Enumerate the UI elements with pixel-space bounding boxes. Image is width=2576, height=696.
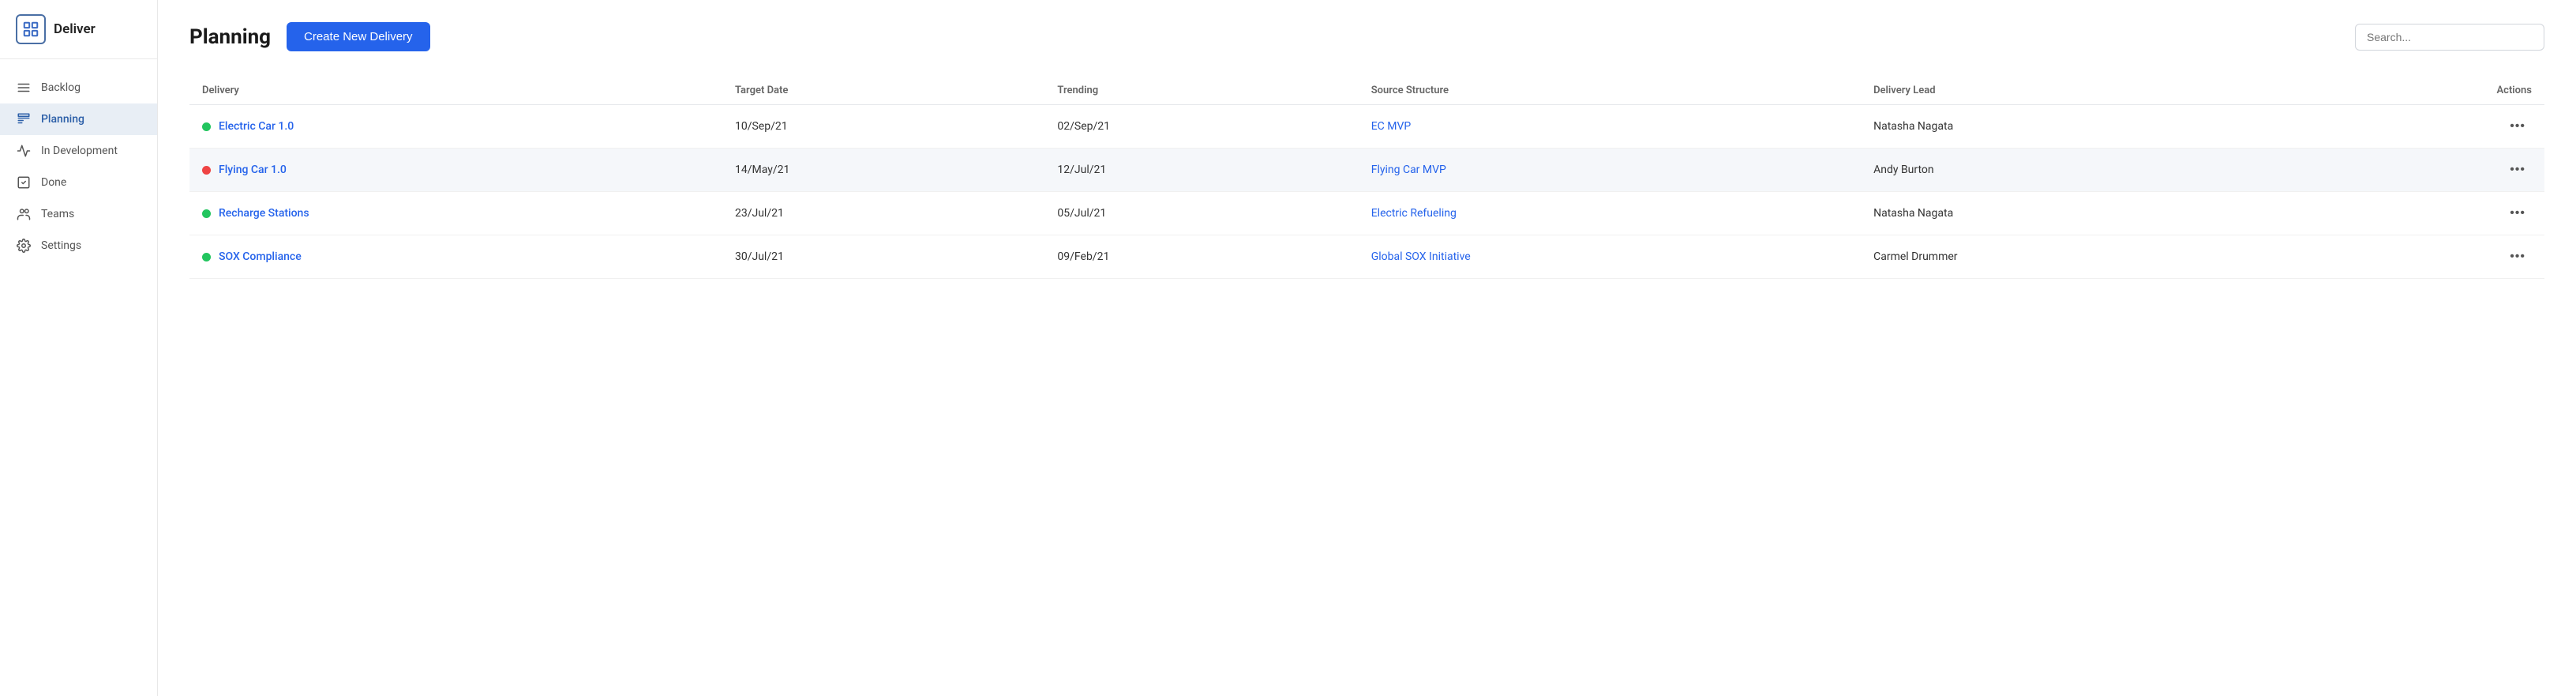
table-row: SOX Compliance 30/Jul/21 09/Feb/21 Globa… — [189, 235, 2544, 279]
sidebar-item-teams[interactable]: Teams — [0, 198, 157, 230]
deliveries-table: Delivery Target Date Trending Source Str… — [189, 77, 2544, 279]
sidebar-item-in-development[interactable]: In Development — [0, 135, 157, 167]
header-left: Planning Create New Delivery — [189, 22, 430, 51]
delivery-lead-cell-2: Natasha Nagata — [1861, 192, 2301, 235]
col-header-actions: Actions — [2301, 77, 2544, 105]
col-header-delivery: Delivery — [189, 77, 722, 105]
more-actions-button-3[interactable]: ••• — [2503, 246, 2532, 267]
target-date-cell-2: 23/Jul/21 — [722, 192, 1044, 235]
trending-cell-3: 09/Feb/21 — [1044, 235, 1358, 279]
sidebar-item-done[interactable]: Done — [0, 167, 157, 198]
col-header-delivery-lead: Delivery Lead — [1861, 77, 2301, 105]
source-structure-cell-0: EC MVP — [1359, 105, 1861, 149]
app-name: Deliver — [54, 21, 96, 37]
delivery-cell-1: Flying Car 1.0 — [189, 149, 722, 192]
sidebar-item-settings-label: Settings — [41, 239, 81, 252]
sidebar: Deliver Backlog Plannin — [0, 0, 158, 696]
table-row: Recharge Stations 23/Jul/21 05/Jul/21 El… — [189, 192, 2544, 235]
sidebar-item-planning-label: Planning — [41, 113, 84, 126]
in-development-icon — [16, 143, 32, 159]
actions-cell-1: ••• — [2301, 149, 2544, 192]
done-icon — [16, 175, 32, 190]
create-delivery-button[interactable]: Create New Delivery — [287, 22, 430, 51]
sidebar-item-planning[interactable]: Planning — [0, 103, 157, 135]
more-actions-button-2[interactable]: ••• — [2503, 203, 2532, 224]
delivery-lead-cell-3: Carmel Drummer — [1861, 235, 2301, 279]
table-row: Electric Car 1.0 10/Sep/21 02/Sep/21 EC … — [189, 105, 2544, 149]
delivery-lead-cell-0: Natasha Nagata — [1861, 105, 2301, 149]
page-header: Planning Create New Delivery — [189, 22, 2544, 51]
col-header-target-date: Target Date — [722, 77, 1044, 105]
app-logo-icon — [16, 14, 46, 44]
status-dot-1 — [202, 166, 211, 175]
actions-cell-2: ••• — [2301, 192, 2544, 235]
target-date-cell-0: 10/Sep/21 — [722, 105, 1044, 149]
delivery-name-3[interactable]: SOX Compliance — [219, 250, 302, 263]
sidebar-item-in-development-label: In Development — [41, 145, 118, 157]
backlog-icon — [16, 80, 32, 96]
planning-icon — [16, 111, 32, 127]
sidebar-nav: Backlog Planning In Development — [0, 59, 157, 696]
col-header-trending: Trending — [1044, 77, 1358, 105]
source-link-0[interactable]: EC MVP — [1371, 120, 1412, 133]
delivery-cell-2: Recharge Stations — [189, 192, 722, 235]
status-dot-3 — [202, 253, 211, 261]
actions-cell-0: ••• — [2301, 105, 2544, 149]
delivery-name-2[interactable]: Recharge Stations — [219, 207, 309, 220]
sidebar-item-backlog[interactable]: Backlog — [0, 72, 157, 103]
delivery-name-0[interactable]: Electric Car 1.0 — [219, 120, 294, 133]
source-structure-cell-3: Global SOX Initiative — [1359, 235, 1861, 279]
sidebar-item-done-label: Done — [41, 176, 66, 189]
settings-icon — [16, 238, 32, 254]
source-link-3[interactable]: Global SOX Initiative — [1371, 250, 1471, 263]
sidebar-item-settings[interactable]: Settings — [0, 230, 157, 261]
source-link-2[interactable]: Electric Refueling — [1371, 207, 1457, 220]
target-date-cell-3: 30/Jul/21 — [722, 235, 1044, 279]
source-structure-cell-2: Electric Refueling — [1359, 192, 1861, 235]
main-content: Planning Create New Delivery Delivery Ta… — [158, 0, 2576, 696]
delivery-cell-0: Electric Car 1.0 — [189, 105, 722, 149]
delivery-lead-cell-1: Andy Burton — [1861, 149, 2301, 192]
more-actions-button-1[interactable]: ••• — [2503, 160, 2532, 180]
target-date-cell-1: 14/May/21 — [722, 149, 1044, 192]
sidebar-item-teams-label: Teams — [41, 208, 74, 220]
delivery-cell-3: SOX Compliance — [189, 235, 722, 279]
source-link-1[interactable]: Flying Car MVP — [1371, 164, 1446, 176]
trending-cell-2: 05/Jul/21 — [1044, 192, 1358, 235]
col-header-source-structure: Source Structure — [1359, 77, 1861, 105]
teams-icon — [16, 206, 32, 222]
table-body: Electric Car 1.0 10/Sep/21 02/Sep/21 EC … — [189, 105, 2544, 279]
table-header: Delivery Target Date Trending Source Str… — [189, 77, 2544, 105]
delivery-name-1[interactable]: Flying Car 1.0 — [219, 164, 287, 176]
sidebar-logo: Deliver — [0, 0, 157, 59]
search-input[interactable] — [2355, 24, 2544, 51]
actions-cell-3: ••• — [2301, 235, 2544, 279]
deliveries-table-container: Delivery Target Date Trending Source Str… — [189, 77, 2544, 279]
table-row: Flying Car 1.0 14/May/21 12/Jul/21 Flyin… — [189, 149, 2544, 192]
sidebar-item-backlog-label: Backlog — [41, 81, 81, 94]
status-dot-2 — [202, 209, 211, 218]
trending-cell-0: 02/Sep/21 — [1044, 105, 1358, 149]
source-structure-cell-1: Flying Car MVP — [1359, 149, 1861, 192]
trending-cell-1: 12/Jul/21 — [1044, 149, 1358, 192]
more-actions-button-0[interactable]: ••• — [2503, 116, 2532, 137]
status-dot-0 — [202, 122, 211, 131]
page-title: Planning — [189, 25, 271, 49]
